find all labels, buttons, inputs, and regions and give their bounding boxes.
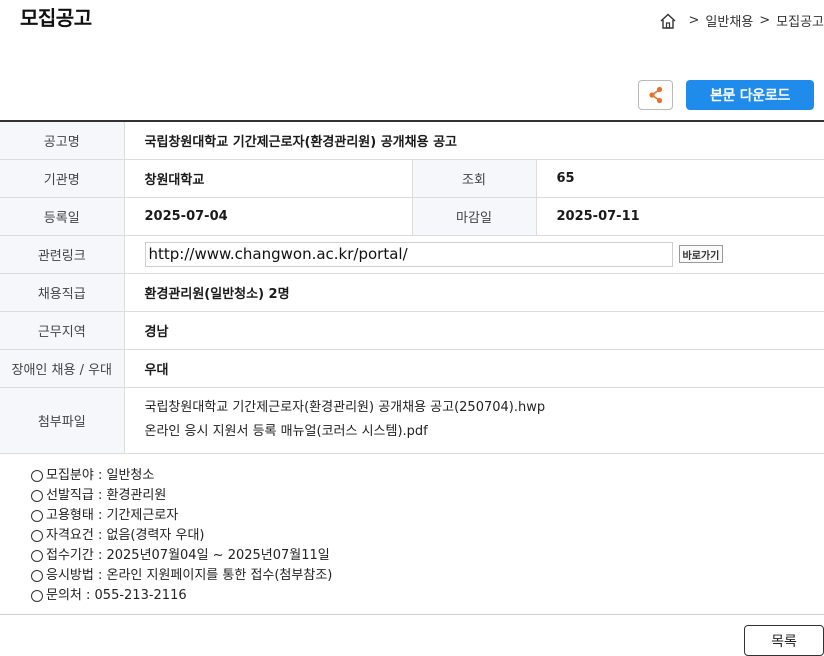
views-value: 65	[536, 159, 824, 198]
attachment-link[interactable]: 온라인 응시 지원서 등록 매뉴얼(코러스 시스템).pdf	[145, 420, 824, 444]
breadcrumb: > 일반채용 > 모집공고	[659, 11, 824, 30]
detail-text: 접수기간 : 2025년07월04일 ~ 2025년07월11일	[46, 548, 330, 563]
detail-text: 선발직급 : 환경관리원	[46, 488, 167, 503]
circle-bullet-icon	[31, 470, 43, 482]
list-item: 고용형태 : 기간제근로자	[31, 506, 332, 526]
list-item: 모집분야 : 일반청소	[31, 466, 332, 486]
disability-value: 우대	[124, 349, 824, 388]
link-cell: 바로가기	[124, 235, 824, 274]
table-row: 근무지역 경남	[0, 311, 824, 350]
download-button[interactable]: 본문 다운로드	[686, 80, 814, 110]
table-row: 관련링크 바로가기	[0, 235, 824, 274]
related-link-input[interactable]	[144, 241, 673, 267]
circle-bullet-icon	[31, 550, 43, 562]
title-value: 국립창원대학교 기간제근로자(환경관리원) 공개채용 공고	[124, 121, 824, 160]
table-row: 공고명 국립창원대학교 기간제근로자(환경관리원) 공개채용 공고	[0, 121, 824, 160]
divider	[0, 614, 824, 615]
attachment-link[interactable]: 국립창원대학교 기간제근로자(환경관리원) 공개채용 공고(250704).hw…	[145, 396, 824, 420]
reg-date-label: 등록일	[0, 197, 125, 236]
org-value: 창원대학교	[124, 159, 412, 198]
home-icon[interactable]	[659, 12, 677, 30]
breadcrumb-item-notice[interactable]: 모집공고	[776, 11, 824, 30]
reg-date-value: 2025-07-04	[124, 197, 412, 236]
circle-bullet-icon	[31, 490, 43, 502]
breadcrumb-separator: >	[688, 13, 700, 28]
list-item: 선발직급 : 환경관리원	[31, 486, 332, 506]
go-link-button[interactable]: 바로가기	[678, 245, 724, 263]
detail-text: 모집분야 : 일반청소	[46, 468, 155, 483]
circle-bullet-icon	[31, 510, 43, 522]
detail-text: 문의처 : 055-213-2116	[46, 588, 187, 603]
files-cell: 국립창원대학교 기간제근로자(환경관리원) 공개채용 공고(250704).hw…	[124, 387, 824, 454]
list-button[interactable]: 목록	[744, 625, 824, 656]
share-button[interactable]	[638, 80, 673, 110]
list-item: 접수기간 : 2025년07월04일 ~ 2025년07월11일	[31, 546, 332, 566]
list-item: 응시방법 : 온라인 지원페이지를 통한 접수(첨부참조)	[31, 566, 332, 586]
views-label: 조회	[411, 159, 537, 198]
disability-label: 장애인 채용 / 우대	[0, 349, 125, 388]
region-label: 근무지역	[0, 311, 125, 350]
detail-text: 응시방법 : 온라인 지원페이지를 통한 접수(첨부참조)	[46, 568, 333, 583]
circle-bullet-icon	[31, 530, 43, 542]
position-label: 채용직급	[0, 273, 125, 312]
job-info-table: 공고명 국립창원대학교 기간제근로자(환경관리원) 공개채용 공고 기관명 창원…	[0, 120, 824, 454]
breadcrumb-item-recruit[interactable]: 일반채용	[705, 11, 753, 30]
list-item: 문의처 : 055-213-2116	[31, 586, 332, 606]
recruit-details-list: 모집분야 : 일반청소 선발직급 : 환경관리원 고용형태 : 기간제근로자 자…	[31, 466, 332, 606]
position-value: 환경관리원(일반청소) 2명	[124, 273, 824, 312]
share-icon	[648, 86, 662, 104]
circle-bullet-icon	[31, 590, 43, 602]
table-row: 장애인 채용 / 우대 우대	[0, 349, 824, 388]
table-row: 채용직급 환경관리원(일반청소) 2명	[0, 273, 824, 312]
deadline-label: 마감일	[411, 197, 537, 236]
detail-text: 고용형태 : 기간제근로자	[46, 508, 179, 523]
deadline-value: 2025-07-11	[536, 197, 824, 236]
link-wrap: 바로가기	[144, 241, 824, 267]
region-value: 경남	[124, 311, 824, 350]
table-row: 등록일 2025-07-04 마감일 2025-07-11	[0, 197, 824, 236]
table-row: 기관명 창원대학교 조회 65	[0, 159, 824, 198]
page-title: 모집공고	[20, 6, 92, 30]
list-item: 자격요건 : 없음(경력자 우대)	[31, 526, 332, 546]
org-label: 기관명	[0, 159, 125, 198]
table-row: 첨부파일 국립창원대학교 기간제근로자(환경관리원) 공개채용 공고(25070…	[0, 387, 824, 454]
link-label: 관련링크	[0, 235, 125, 274]
detail-text: 자격요건 : 없음(경력자 우대)	[46, 528, 205, 543]
title-label: 공고명	[0, 121, 125, 160]
circle-bullet-icon	[31, 570, 43, 582]
files-label: 첨부파일	[0, 387, 125, 454]
breadcrumb-separator: >	[759, 13, 771, 28]
